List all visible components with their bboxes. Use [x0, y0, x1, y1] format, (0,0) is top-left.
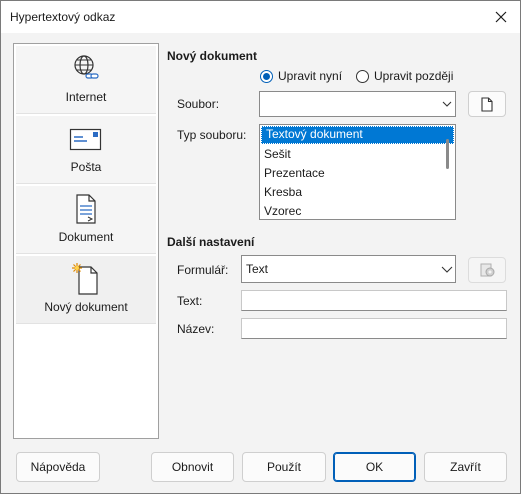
events-button[interactable]: [468, 257, 506, 283]
dialog-title: Hypertextový odkaz: [10, 10, 116, 24]
sidebar-item-label: Pošta: [70, 160, 102, 174]
text-field[interactable]: [241, 290, 507, 311]
file-label: Soubor:: [177, 97, 220, 111]
chevron-down-icon: [439, 101, 455, 107]
sidebar-item-label: Nový dokument: [44, 300, 128, 314]
text-label: Text:: [177, 294, 203, 308]
edit-later-label: Upravit později: [374, 69, 454, 83]
envelope-icon: [69, 128, 102, 151]
sidebar-item-mail[interactable]: Pošta: [16, 116, 156, 184]
close-icon: [495, 11, 507, 23]
hyperlink-dialog: Hypertextový odkaz Internet Pošta Dokume…: [0, 0, 521, 494]
chevron-down-icon: [439, 266, 455, 273]
reset-button[interactable]: Obnovit: [151, 452, 234, 482]
sidebar-item-label: Internet: [65, 90, 107, 104]
gear-document-icon: [480, 263, 495, 277]
close-window-button[interactable]: [488, 5, 514, 29]
list-item[interactable]: Sešit: [260, 145, 455, 164]
sidebar-item-document[interactable]: Dokument: [16, 186, 156, 254]
list-item[interactable]: Kresba: [260, 183, 455, 202]
globe-link-icon: [74, 55, 99, 79]
radio-indicator: [260, 69, 273, 83]
hyperlink-type-sidebar: Internet Pošta Dokument Nový dokument: [13, 43, 159, 439]
ok-button[interactable]: OK: [333, 452, 416, 482]
file-type-listbox[interactable]: Textový dokument Sešit Prezentace Kresba…: [259, 124, 456, 220]
list-item[interactable]: Textový dokument: [261, 126, 454, 144]
apply-button[interactable]: Použít: [242, 452, 326, 482]
list-item[interactable]: Prezentace: [260, 164, 455, 183]
radio-indicator: [356, 69, 369, 83]
select-path-button[interactable]: [468, 91, 506, 117]
file-combobox[interactable]: [259, 91, 456, 117]
document-icon: [76, 194, 96, 224]
form-label: Formulář:: [177, 263, 229, 277]
form-combobox[interactable]: Text: [241, 255, 456, 283]
help-button[interactable]: Nápověda: [16, 452, 100, 482]
sidebar-item-new-document[interactable]: Nový dokument: [16, 256, 156, 324]
titlebar: Hypertextový odkaz: [1, 1, 520, 33]
sidebar-item-internet[interactable]: Internet: [16, 46, 156, 114]
blank-document-icon: [481, 96, 493, 112]
file-type-label: Typ souboru:: [177, 128, 247, 142]
sidebar-item-label: Dokument: [58, 230, 114, 244]
name-label: Název:: [177, 322, 215, 336]
edit-now-label: Upravit nyní: [278, 69, 343, 83]
other-settings-section-title: Další nastavení: [167, 235, 255, 249]
edit-later-radio[interactable]: Upravit později: [356, 69, 453, 83]
new-document-section-title: Nový dokument: [167, 49, 258, 63]
name-field[interactable]: [241, 318, 507, 339]
edit-now-radio[interactable]: Upravit nyní: [260, 69, 342, 83]
list-item[interactable]: Vzorec: [260, 202, 455, 219]
form-value: Text: [246, 262, 269, 276]
close-button[interactable]: Zavřít: [424, 452, 507, 482]
new-document-icon: [72, 263, 98, 295]
list-scrollbar[interactable]: [446, 139, 449, 169]
